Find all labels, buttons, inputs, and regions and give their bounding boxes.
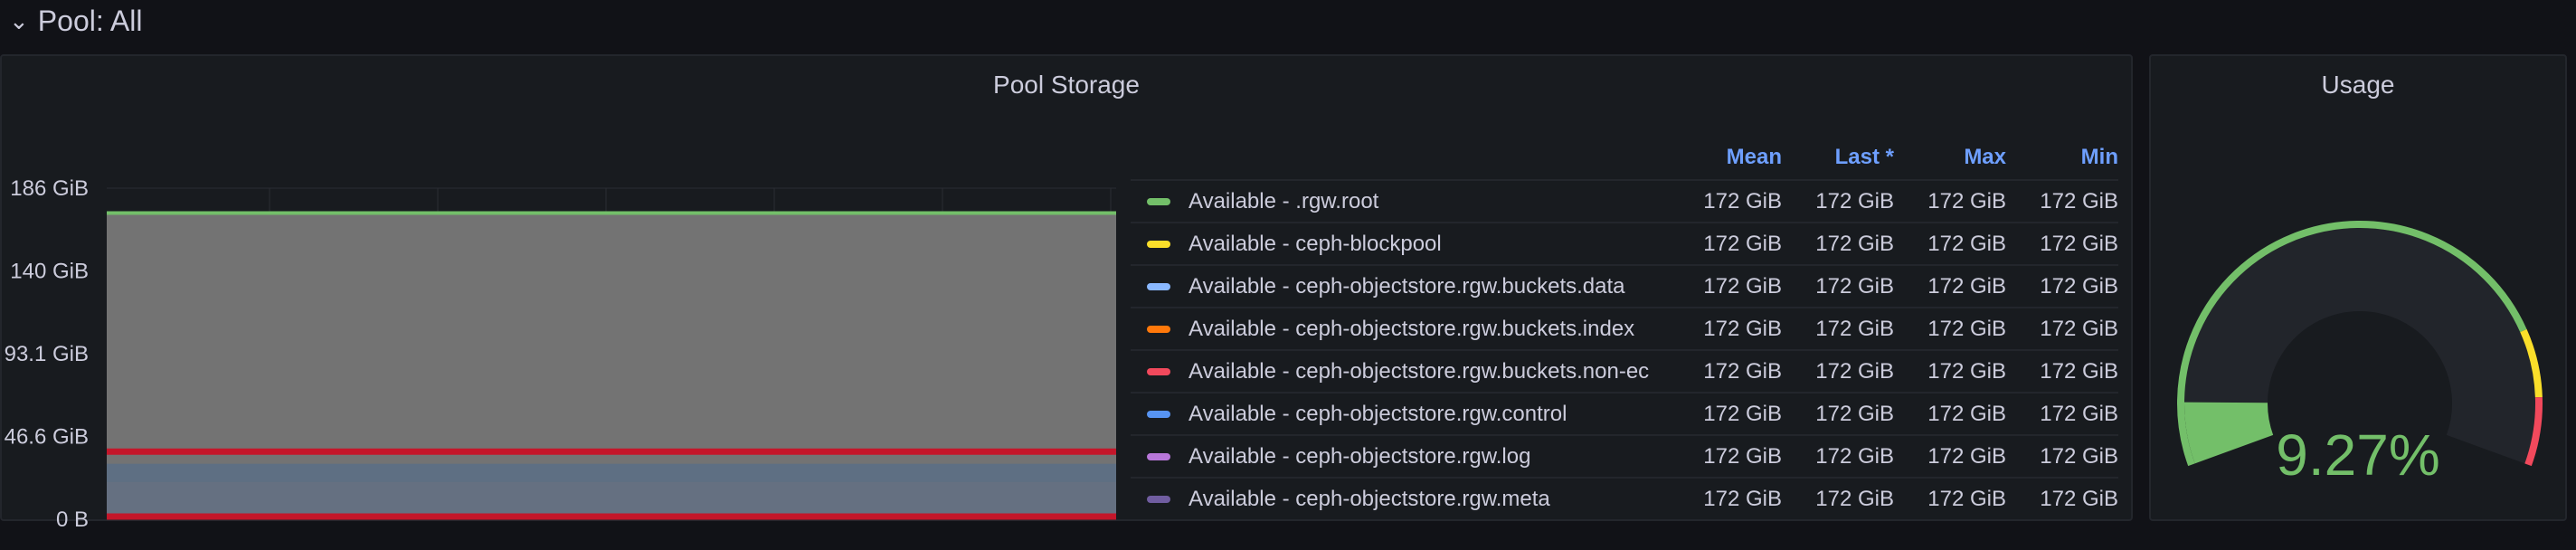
legend-min-value: 172 GiB: [2040, 188, 2118, 213]
series-name[interactable]: Available - ceph-objectstore.rgw.buckets…: [1189, 359, 1670, 384]
legend-last-value: 172 GiB: [1815, 401, 1894, 426]
legend-max-value: 172 GiB: [1927, 358, 2006, 384]
series-name[interactable]: Available - ceph-blockpool: [1189, 232, 1670, 257]
legend-item[interactable]: Available - ceph-objectstore.rgw.control…: [1131, 392, 2118, 434]
series-color-swatch[interactable]: [1147, 282, 1170, 290]
y-tick-label: 46.6 GiB: [5, 425, 89, 450]
legend-item[interactable]: Available - ceph-objectstore.rgw.log 172 …: [1131, 434, 2118, 477]
legend-min-value: 172 GiB: [2040, 486, 2118, 511]
legend-mean-value: 172 GiB: [1703, 188, 1782, 213]
legend-mean-value: 172 GiB: [1703, 316, 1782, 341]
legend-last-value: 172 GiB: [1815, 316, 1894, 341]
chevron-down-icon[interactable]: ⌄: [9, 7, 29, 35]
series-color-swatch[interactable]: [1147, 325, 1170, 333]
legend-mean-value: 172 GiB: [1703, 443, 1782, 469]
legend-item[interactable]: Available - ceph-objectstore.rgw.buckets…: [1131, 349, 2118, 392]
series-color-swatch[interactable]: [1147, 197, 1170, 205]
legend-mean-value: 172 GiB: [1703, 358, 1782, 384]
pool-storage-panel: Pool Storage 186 GiB 140 GiB 93.1 GiB 46.6 …: [0, 54, 2133, 536]
legend-max-value: 172 GiB: [1927, 486, 2006, 511]
row-header[interactable]: ⌄ Pool: All: [0, 0, 142, 42]
x-tick-label: 17:30: [1084, 533, 1123, 536]
usage-panel: Usage 9.27%: [2149, 54, 2567, 521]
legend-table: Mean Last * Max Min Available - .rgw.roo…: [1131, 136, 2118, 519]
x-tick-label: 15:30: [411, 533, 465, 536]
legend-min-value: 172 GiB: [2040, 316, 2118, 341]
legend-min-value: 172 GiB: [2040, 273, 2118, 299]
legend-max-value: 172 GiB: [1927, 443, 2006, 469]
header-mean[interactable]: Mean: [1670, 145, 1782, 170]
legend-last-value: 172 GiB: [1815, 273, 1894, 299]
series-name[interactable]: Available - ceph-objectstore.rgw.buckets…: [1189, 274, 1670, 299]
legend-item[interactable]: Available - ceph-objectstore.rgw.buckets…: [1131, 264, 2118, 307]
series-color-swatch[interactable]: [1147, 452, 1170, 460]
x-tick-label: 16:30: [747, 533, 801, 536]
legend-item[interactable]: Available - ceph-objectstore.rgw.buckets…: [1131, 307, 2118, 349]
legend-mean-value: 172 GiB: [1703, 486, 1782, 511]
storage-chart: 186 GiB 140 GiB 93.1 GiB 46.6 GiB 0 B 15:00 15…: [5, 176, 1123, 536]
x-tick-label: 15:00: [242, 533, 297, 536]
series-name[interactable]: Available - ceph-objectstore.rgw.buckets…: [1189, 317, 1670, 342]
gauge-value: 9.27%: [2276, 422, 2440, 488]
legend-item[interactable]: Available - ceph-blockpool 172 GiB 172 GiB…: [1131, 222, 2118, 264]
legend-min-value: 172 GiB: [2040, 231, 2118, 256]
legend-last-value: 172 GiB: [1815, 443, 1894, 469]
header-max[interactable]: Max: [1894, 145, 2006, 170]
legend-mean-value: 172 GiB: [1703, 401, 1782, 426]
legend-last-value: 172 GiB: [1815, 188, 1894, 213]
series-name[interactable]: Available - .rgw.root: [1189, 189, 1670, 214]
header-min[interactable]: Min: [2006, 145, 2118, 170]
legend-min-value: 172 GiB: [2040, 358, 2118, 384]
x-tick-label: 16:00: [579, 533, 633, 536]
legend-item[interactable]: Available - ceph-objectstore.rgw.meta 172…: [1131, 477, 2118, 519]
legend-max-value: 172 GiB: [1927, 401, 2006, 426]
series-name[interactable]: Available - ceph-objectstore.rgw.log: [1189, 444, 1670, 469]
x-tick-label: 17:00: [915, 533, 970, 536]
y-tick-label: 93.1 GiB: [5, 342, 89, 366]
y-tick-label: 0 B: [56, 507, 89, 532]
legend-max-value: 172 GiB: [1927, 231, 2006, 256]
legend-max-value: 172 GiB: [1927, 273, 2006, 299]
legend-max-value: 172 GiB: [1927, 188, 2006, 213]
panel-title[interactable]: Pool Storage: [2, 71, 2131, 100]
legend-header: Mean Last * Max Min: [1131, 136, 2118, 179]
y-tick-label: 186 GiB: [10, 176, 89, 201]
series-color-swatch[interactable]: [1147, 410, 1170, 418]
legend-min-value: 172 GiB: [2040, 401, 2118, 426]
legend-last-value: 172 GiB: [1815, 358, 1894, 384]
legend-item[interactable]: Available - .rgw.root 172 GiB 172 GiB 172 G…: [1131, 179, 2118, 222]
row-title: Pool: All: [37, 4, 143, 37]
series-name[interactable]: Available - ceph-objectstore.rgw.control: [1189, 402, 1670, 427]
y-tick-label: 140 GiB: [10, 260, 89, 284]
header-last[interactable]: Last *: [1782, 145, 1894, 170]
legend-max-value: 172 GiB: [1927, 316, 2006, 341]
series-color-swatch[interactable]: [1147, 495, 1170, 503]
series-color-swatch[interactable]: [1147, 367, 1170, 375]
series-color-swatch[interactable]: [1147, 240, 1170, 248]
legend-last-value: 172 GiB: [1815, 231, 1894, 256]
legend-last-value: 172 GiB: [1815, 486, 1894, 511]
series-name[interactable]: Available - ceph-objectstore.rgw.meta: [1189, 487, 1670, 512]
legend-mean-value: 172 GiB: [1703, 231, 1782, 256]
legend-min-value: 172 GiB: [2040, 443, 2118, 469]
legend-mean-value: 172 GiB: [1703, 273, 1782, 299]
